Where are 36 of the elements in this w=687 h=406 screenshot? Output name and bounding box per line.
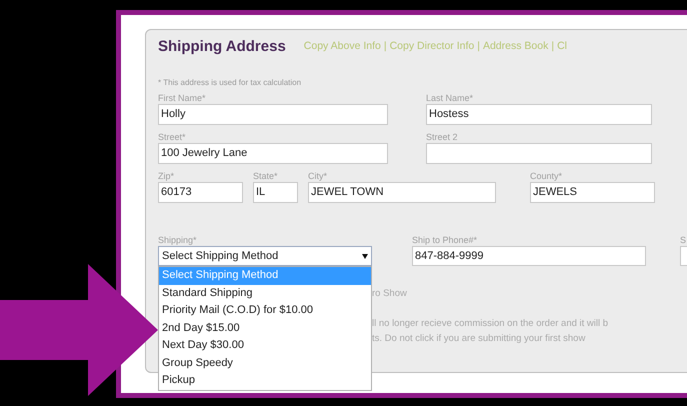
link-separator: | [384,39,387,54]
field-label: Ship to Phone#* [412,235,478,246]
tax-note: * This address is used for tax calculation [158,78,302,88]
dropdown-option[interactable]: Pickup [159,372,371,390]
text-field[interactable]: Holly [158,104,388,125]
dropdown-option[interactable]: 2nd Day $15.00 [159,320,371,337]
text-field[interactable]: JEWELS [530,182,655,203]
text-field[interactable]: IL [253,182,298,203]
field-label: Zip* [158,170,176,182]
text-field[interactable] [426,143,652,164]
field-label: Last Name* [426,92,474,104]
warning-text: ts. Do not click if you are submitting your first show [372,332,586,346]
text-field[interactable]: Hostess [426,104,652,125]
phone-field[interactable]: 847-884-9999 [412,246,646,266]
link-separator: | [477,39,480,54]
field-label: County* [530,170,564,182]
link-separator: | [551,39,554,54]
dropdown-option[interactable]: Group Speedy [159,354,371,372]
dropdown-option[interactable]: Priority Mail (C.O.D) for $10.00 [159,302,371,320]
caret-icon [362,254,368,258]
option-text: ro Show [372,287,407,301]
text-field[interactable]: 60173 [158,182,243,203]
section-title: Shipping Address [158,36,286,57]
field-label: Shipping* [158,235,198,246]
warning-text: ll no longer recieve commission on the order and it will b [372,317,608,332]
dropdown-option[interactable]: Next Day $30.00 [159,337,371,354]
text-field[interactable]: JEWEL TOWN [308,182,496,203]
text-field[interactable]: 100 Jewelry Lane [158,143,388,164]
field-label: First Name* [158,92,207,104]
field-label: State* [253,170,279,182]
field-label: Street 2 [426,131,459,143]
field-label: S [680,235,687,246]
dropdown-option[interactable]: Standard Shipping [159,284,371,302]
field-label: City* [308,170,328,182]
shipping-select[interactable]: Select Shipping Method [158,246,372,266]
field-label: Street* [158,131,187,143]
